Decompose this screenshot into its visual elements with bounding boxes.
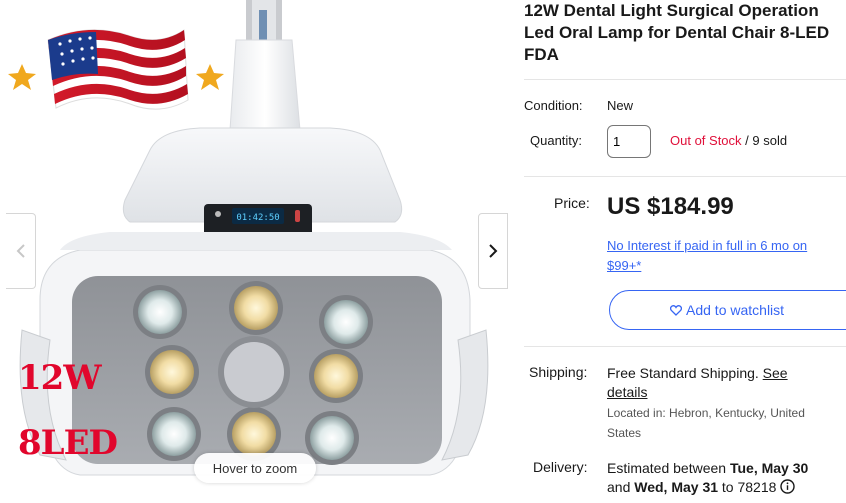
delivery-row: Delivery: Estimated between Tue, May 30 … [524,458,846,498]
condition-label: Condition: [524,98,583,113]
delivery-estimate: Estimated between Tue, May 30 and Wed, M… [607,460,809,495]
condition-row: Condition: New [524,98,846,118]
svg-text:01:42:50: 01:42:50 [236,213,279,223]
condition-value: New [607,98,634,113]
next-image-button[interactable] [478,213,508,289]
shipping-row: Shipping: Free Standard Shipping. See de… [524,363,846,443]
availability-text: Out of Stock / 9 sold [670,133,787,148]
price-value: US $184.99 [607,193,734,220]
badge-8led: 8LED [18,423,118,463]
divider [524,176,846,177]
add-to-watchlist-button[interactable]: Add to watchlist [609,290,846,330]
sold-count: / 9 sold [741,133,788,148]
price-label: Price: [554,195,590,211]
product-details: 12W Dental Light Surgical Operation Led … [524,0,846,503]
led-lights [133,281,373,465]
watchlist-label: Add to watchlist [686,302,785,318]
shipping-label: Shipping: [529,364,588,380]
price-row: Price: US $184.99 [524,193,846,225]
see-details-link[interactable]: See [763,365,788,381]
divider [524,346,846,347]
us-flag-graphic [47,29,189,110]
chevron-left-icon [16,244,25,258]
chevron-right-icon [489,244,498,258]
shipping-details-link[interactable]: details [607,384,647,400]
out-of-stock-label: Out of Stock [670,133,742,148]
star-icon [8,64,36,90]
item-location: Located in: Hebron, Kentucky, United Sta… [607,406,805,440]
shipping-info: Free Standard Shipping. See details [607,365,788,400]
heart-icon [670,304,682,316]
divider [524,79,846,80]
financing-promo-link[interactable]: No Interest if paid in full in 6 mo on $… [607,236,807,276]
info-circle-icon[interactable] [780,479,796,494]
lamp-stem [229,0,301,137]
product-image-gallery[interactable]: 01:42:50 12W 8LED Hover to zoom [0,0,508,503]
badge-12w: 12W [18,358,101,398]
item-title: 12W Dental Light Surgical Operation Led … [524,1,830,64]
previous-image-button[interactable] [6,213,36,289]
hover-to-zoom-hint: Hover to zoom [194,453,316,483]
delivery-label: Delivery: [533,459,588,475]
star-icon [196,64,224,90]
quantity-input[interactable] [607,125,651,158]
quantity-row: Quantity: Out of Stock / 9 sold [524,125,846,159]
quantity-label: Quantity: [530,133,583,148]
